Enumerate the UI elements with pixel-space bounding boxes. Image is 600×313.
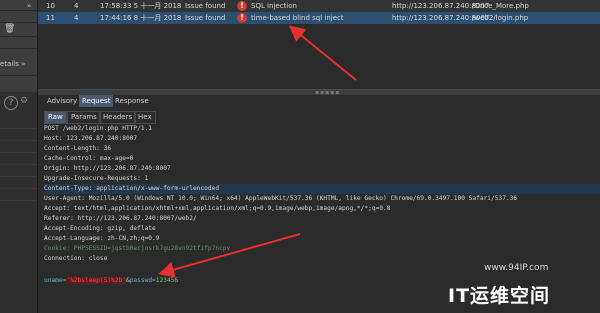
watermark-logo: IT运维空间 — [448, 285, 551, 307]
arrow-to-issue — [288, 25, 357, 81]
arrow-to-payload — [158, 233, 301, 278]
watermark-url: www.94IP.com — [484, 263, 549, 273]
